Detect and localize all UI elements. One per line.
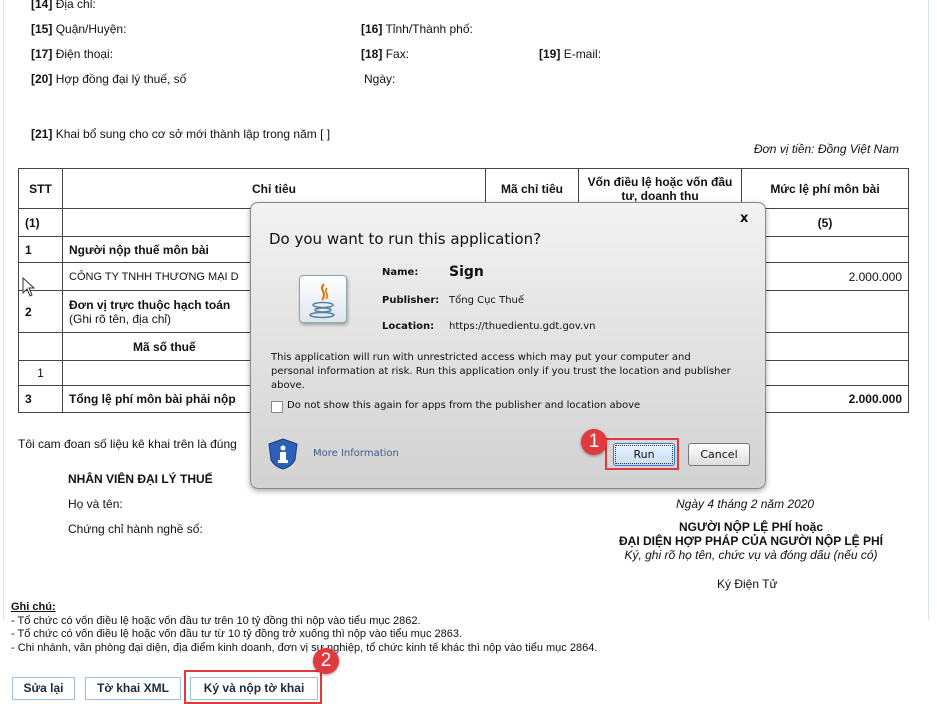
notes: Ghi chú: - Tổ chức có vốn điều lệ hoặc v… (11, 601, 597, 655)
field-num: [16] (361, 22, 383, 36)
step2-highlight (184, 670, 322, 704)
table-cell (741, 360, 909, 386)
cancel-label: Cancel (700, 448, 738, 461)
java-security-dialog: x Do you want to run this application? N… (250, 202, 766, 489)
field-label: Khai bổ sung cho cơ sở mới thành lập tro… (55, 127, 331, 141)
field-phone: [17] Điện thoại: (31, 47, 113, 61)
signer-line1: NGƯỜI NỘP LỆ PHÍ hoặc (679, 520, 823, 534)
location-value: https://thuedientu.gdt.gov.vn (449, 321, 596, 332)
table-cell: 3 (18, 385, 63, 413)
dont-show-label[interactable]: Do not show this again for apps from the… (287, 400, 640, 411)
table-cell: 1 (18, 236, 63, 263)
close-button[interactable]: x (740, 211, 748, 226)
dont-show-checkbox[interactable] (271, 401, 283, 413)
table-cell: (1) (18, 208, 63, 237)
field-province: [16] Tỉnh/Thành phố: (361, 22, 473, 36)
edit-button[interactable]: Sửa lại (12, 677, 75, 700)
currency-unit: Đơn vị tiền: Đồng Việt Nam (753, 142, 899, 156)
warning-text: This application will run with unrestric… (271, 352, 731, 391)
field-label: Fax: (385, 47, 410, 61)
notes-title: Ghi chú: (11, 601, 56, 613)
table-cell: 1 (18, 360, 63, 386)
info-shield-icon (268, 438, 298, 470)
table-cell: (5) (741, 208, 909, 237)
step1-highlight (605, 438, 679, 470)
field-email: [19] E-mail: (539, 47, 601, 61)
agent-cert-label: Chứng chỉ hành nghề số: (68, 522, 203, 536)
field-label: Hợp đồng đại lý thuế, số (55, 72, 187, 86)
field-label: Tỉnh/Thành phố: (385, 22, 473, 36)
field-contract: [20] Hợp đồng đại lý thuế, số (31, 72, 186, 86)
field-num: [21] (31, 127, 53, 141)
table-cell: 2.000.000 (741, 385, 909, 413)
electronic-sign-label: Ký Điện Tử (717, 577, 778, 591)
note-item: - Tổ chức có vốn điều lệ hoặc vốn đầu tư… (11, 628, 463, 640)
signer-line2: ĐẠI DIỆN HỢP PHÁP CỦA NGƯỜI NỘP LỆ PHÍ (618, 534, 884, 548)
note-item: - Chi nhánh, văn phòng đại diện, địa điể… (11, 641, 598, 654)
table-cell (741, 332, 909, 361)
field-district: [15] Quận/Huyện: (31, 22, 126, 36)
field-label: Điện thoại: (55, 47, 114, 61)
declaration-text: Tôi cam đoan số liệu kê khai trên là đún… (18, 437, 237, 451)
table-cell: 2.000.000 (741, 262, 909, 291)
field-num: [19] (539, 47, 561, 61)
field-num: [14] (31, 0, 53, 11)
cancel-button[interactable]: Cancel (688, 443, 750, 466)
mouse-cursor-icon (22, 277, 36, 297)
signer-block: NGƯỜI NỘP LỆ PHÍ hoặc ĐẠI DIỆN HỢP PHÁP … (604, 520, 898, 562)
field-num: [17] (31, 47, 53, 61)
agent-title: NHÂN VIÊN ĐẠI LÝ THUẾ (68, 472, 213, 486)
header-stt: STT (18, 168, 63, 209)
step1-badge: 1 (581, 429, 607, 455)
field-label: Quận/Huyện: (55, 22, 127, 36)
publisher-label: Publisher: (382, 295, 440, 306)
table-cell (741, 236, 909, 263)
field-contract-date: Ngày: (364, 72, 396, 86)
xml-declaration-button[interactable]: Tờ khai XML (85, 677, 181, 700)
java-icon (299, 275, 347, 323)
step2-badge: 2 (313, 648, 339, 674)
header-fee: Mức lệ phí môn bài (741, 168, 909, 209)
location-label: Location: (382, 321, 435, 332)
field-address: [14] Địa chỉ: (31, 0, 96, 11)
field-num: [18] (361, 47, 383, 61)
more-information-link[interactable]: More Information (313, 448, 399, 459)
signer-note: Ký, ghi rõ họ tên, chức vụ và đóng dấu (… (624, 548, 878, 562)
name-label: Name: (382, 267, 419, 278)
app-name: Sign (449, 264, 484, 280)
field-fax: [18] Fax: (361, 47, 409, 61)
field-num: [20] (31, 72, 53, 86)
app-name-text: Sign (449, 264, 484, 280)
note-item: - Tổ chức có vốn điều lệ hoặc vốn đầu tư… (11, 614, 421, 627)
field-label: Địa chỉ: (55, 0, 96, 11)
dialog-title: Do you want to run this application? (269, 230, 542, 248)
field-label: E-mail: (563, 47, 602, 61)
agent-name-label: Họ và tên: (68, 497, 123, 511)
table-cell (18, 332, 63, 361)
table-cell (741, 290, 909, 333)
sign-date: Ngày 4 tháng 2 năm 2020 (676, 497, 815, 511)
publisher-value: Tổng Cục Thuế (449, 295, 525, 306)
field-num: [15] (31, 22, 53, 36)
field-supplement: [21] Khai bổ sung cho cơ sở mới thành lậ… (31, 127, 330, 141)
